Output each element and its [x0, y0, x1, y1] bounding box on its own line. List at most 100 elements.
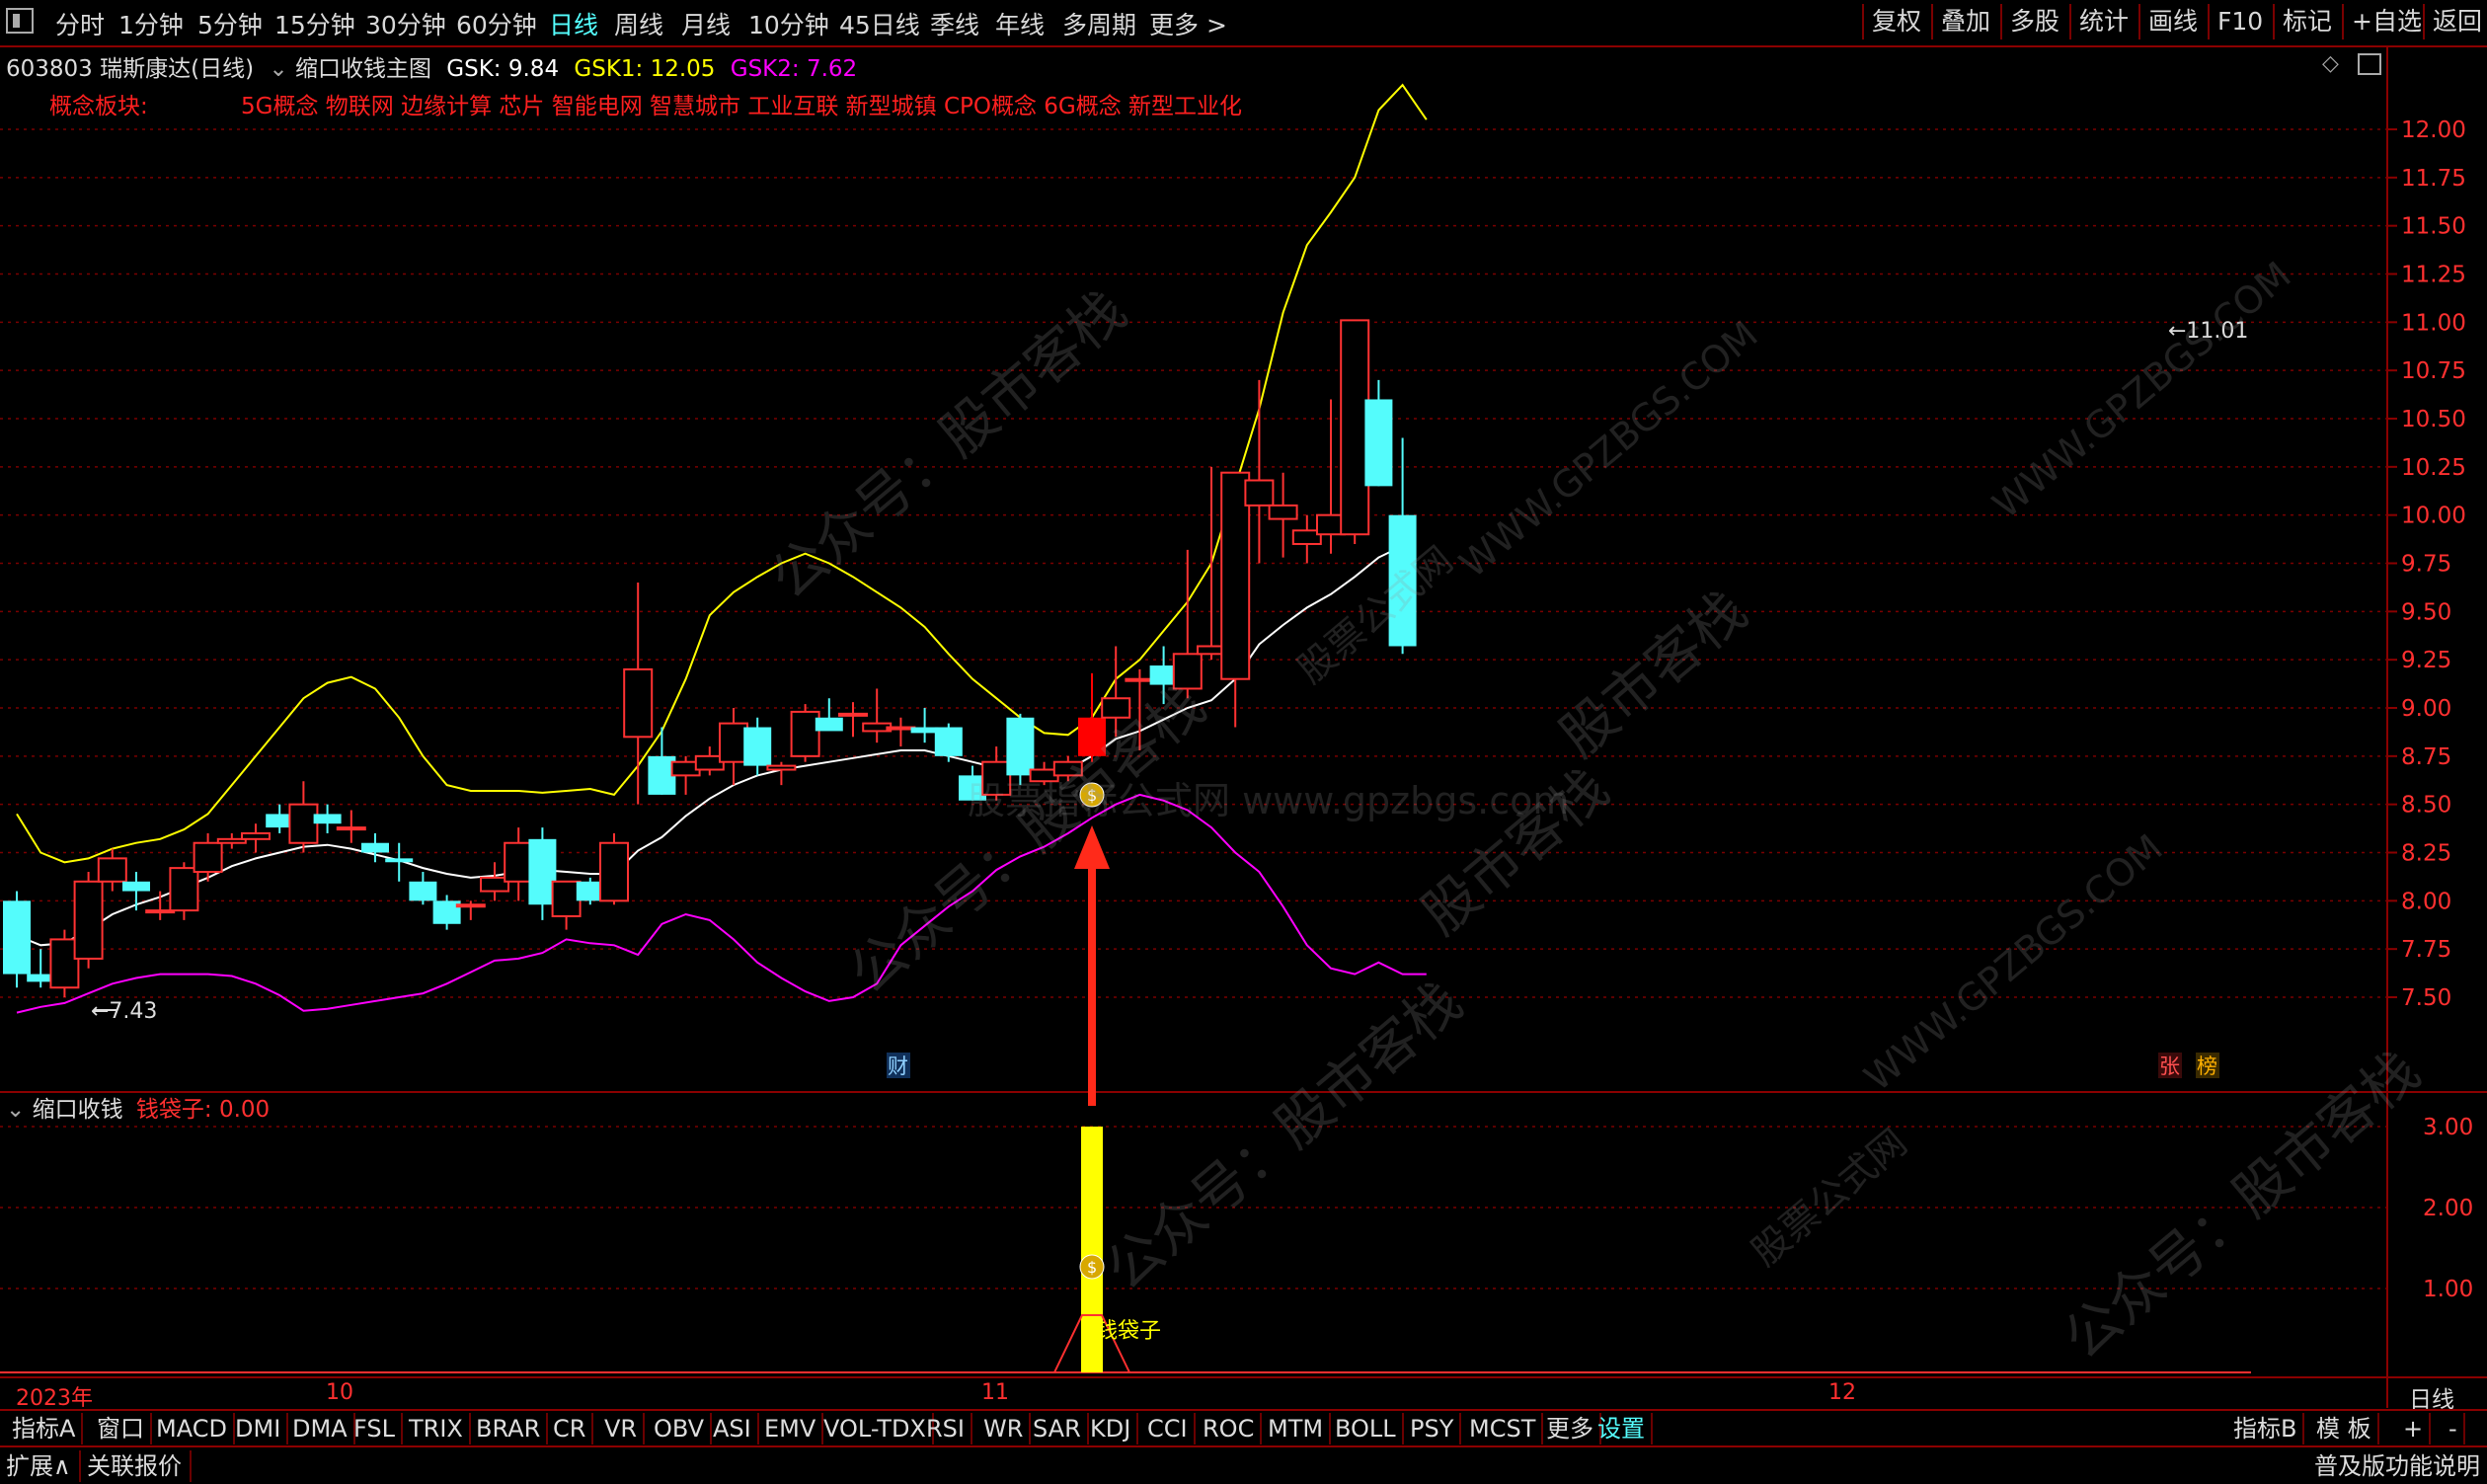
- candle-body: [551, 880, 582, 917]
- candle-body: [1364, 399, 1393, 487]
- sub-indicator-toggle-icon[interactable]: ⌄: [6, 1097, 25, 1123]
- candle-body: [934, 727, 963, 756]
- indicator-tab[interactable]: VR: [598, 1413, 646, 1445]
- candle-body: [409, 881, 437, 901]
- mark-button[interactable]: 标记: [2273, 4, 2340, 39]
- candle: [623, 583, 654, 805]
- tab-fenshi[interactable]: 分时: [55, 6, 105, 41]
- candle-body: [1101, 697, 1131, 719]
- indicator-tab[interactable]: CR: [547, 1413, 594, 1445]
- sub-indicator-value: 钱袋子: 0.00: [135, 1097, 271, 1123]
- indicator-tab[interactable]: KDJ: [1084, 1413, 1139, 1445]
- tab-30min[interactable]: 30分钟: [365, 6, 446, 41]
- indicator-tab[interactable]: FSL: [348, 1413, 403, 1445]
- marker-zhang: 张: [2159, 1054, 2180, 1078]
- indicator-tab[interactable]: ROC: [1197, 1413, 1263, 1445]
- f10-button[interactable]: F10: [2208, 4, 2271, 39]
- candle-body: [1268, 504, 1298, 520]
- tab-60min[interactable]: 60分钟: [456, 6, 537, 41]
- gsk-line: [16, 544, 1404, 947]
- price-tick-label: 8.75: [2401, 744, 2451, 770]
- indicator-tab[interactable]: DMA: [286, 1413, 355, 1445]
- date-label: 12: [1828, 1380, 1856, 1405]
- candle-body: [1340, 319, 1370, 536]
- candle-body: [313, 814, 342, 824]
- add-favorite-button[interactable]: +自选: [2342, 4, 2430, 39]
- candle-body: [910, 727, 939, 734]
- tab-weekly[interactable]: 周线: [614, 6, 663, 41]
- sub-indicator-name[interactable]: 缩口收钱: [33, 1097, 123, 1123]
- statistics-button[interactable]: 统计: [2069, 4, 2137, 39]
- indicator-tab[interactable]: VOL-TDX: [817, 1413, 934, 1445]
- price-tick-label: 8.00: [2401, 889, 2451, 914]
- candle-body: [504, 841, 534, 883]
- indicator-tab[interactable]: 窗口: [91, 1413, 152, 1445]
- multi-stock-button[interactable]: 多股: [2000, 4, 2067, 39]
- indicator-tab[interactable]: BOLL: [1329, 1413, 1404, 1445]
- candle-body: [623, 667, 654, 739]
- period-toolbar: 分时 1分钟 5分钟 15分钟 30分钟 60分钟 日线 周线 月线 10分钟 …: [0, 0, 2487, 47]
- indicator-tab[interactable]: EMV: [758, 1413, 824, 1445]
- candle-body: [455, 903, 486, 908]
- sub-tick-label: 1.00: [2423, 1277, 2473, 1302]
- candle-body: [766, 764, 797, 771]
- price-tick-label: 9.00: [2401, 696, 2451, 722]
- tab-15min[interactable]: 15分钟: [274, 6, 355, 41]
- indicator-tab[interactable]: BRAR: [470, 1413, 549, 1445]
- indicator-tab[interactable]: RSI: [920, 1413, 972, 1445]
- candle-body: [336, 826, 366, 831]
- indicator-tab[interactable]: 设置: [1592, 1413, 1653, 1445]
- indicator-tab[interactable]: DMI: [229, 1413, 289, 1445]
- tab-5min[interactable]: 5分钟: [197, 6, 263, 41]
- kline-chart[interactable]: ←7.43 ←11.01 $ 财 张榜 12.00 11.75 11.50 11.25 11.0…: [0, 45, 2487, 1409]
- zoom-in-button[interactable]: +: [2397, 1413, 2432, 1445]
- indicator-tab[interactable]: PSY: [1404, 1413, 1462, 1445]
- price-tick-label: 8.50: [2401, 793, 2451, 819]
- price-tick-label: 7.75: [2401, 937, 2451, 963]
- draw-line-button[interactable]: 画线: [2138, 4, 2206, 39]
- candle-body: [981, 760, 1012, 796]
- edition-info-link[interactable]: 普及版功能说明: [2314, 1450, 2480, 1482]
- indicator-tab[interactable]: MACD: [150, 1413, 235, 1445]
- candle: [981, 746, 1012, 801]
- candle: [766, 761, 797, 786]
- related-quote-button[interactable]: 关联报价: [87, 1450, 192, 1482]
- tab-45day[interactable]: 45日线: [839, 6, 920, 41]
- overlay-button[interactable]: 叠加: [1931, 4, 1998, 39]
- indicator-b-button[interactable]: 指标B: [2227, 1413, 2305, 1445]
- template-button[interactable]: 模 板: [2310, 1413, 2379, 1445]
- tab-more[interactable]: 更多 >: [1149, 6, 1227, 41]
- zoom-out-button[interactable]: -: [2443, 1413, 2465, 1445]
- indicator-tab[interactable]: OBV: [648, 1413, 713, 1445]
- indicator-tab[interactable]: MTM: [1262, 1413, 1332, 1445]
- tab-yearly[interactable]: 年线: [995, 6, 1045, 41]
- price-tick-label: 8.25: [2401, 841, 2451, 867]
- candle: [241, 823, 271, 853]
- indicator-tab[interactable]: WR: [977, 1413, 1032, 1445]
- tab-daily[interactable]: 日线: [549, 6, 598, 41]
- indicator-tab[interactable]: ASI: [707, 1413, 759, 1445]
- expand-button[interactable]: 扩展∧: [6, 1450, 81, 1482]
- tab-monthly[interactable]: 月线: [681, 6, 731, 41]
- indicator-tab[interactable]: 指标A: [6, 1413, 84, 1445]
- indicator-tab[interactable]: TRIX: [403, 1413, 471, 1445]
- price-tick-label: 9.25: [2401, 648, 2451, 673]
- date-label: 2023年: [16, 1386, 93, 1411]
- sub-tick-label: 3.00: [2423, 1115, 2473, 1140]
- indicator-tab[interactable]: MCST: [1463, 1413, 1544, 1445]
- back-button[interactable]: 返回: [2423, 4, 2487, 39]
- candle-body: [1172, 653, 1203, 690]
- tab-10min[interactable]: 10分钟: [748, 6, 829, 41]
- sub-chart-header: ⌄ 缩口收钱 钱袋子: 0.00: [6, 1090, 270, 1124]
- tab-quarterly[interactable]: 季线: [930, 6, 979, 41]
- indicator-tab[interactable]: CCI: [1141, 1413, 1196, 1445]
- menu-icon[interactable]: [6, 8, 34, 34]
- tab-multi-period[interactable]: 多周期: [1062, 6, 1136, 41]
- marker-bang: 榜: [2197, 1054, 2217, 1078]
- tab-1min[interactable]: 1分钟: [118, 6, 184, 41]
- fuquan-button[interactable]: 复权: [1862, 4, 1929, 39]
- candle-body: [815, 717, 843, 732]
- candle-body: [599, 841, 629, 902]
- indicator-tab[interactable]: SAR: [1027, 1413, 1089, 1445]
- date-label: 11: [981, 1380, 1009, 1405]
